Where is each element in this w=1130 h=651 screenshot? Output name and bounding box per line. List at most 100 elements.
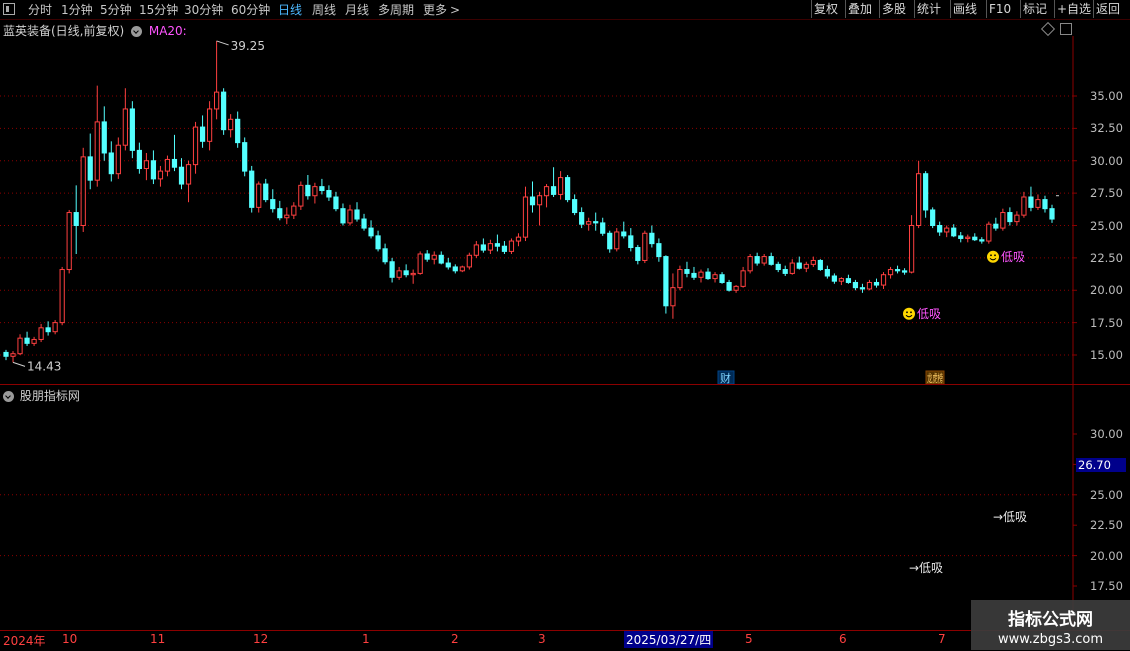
- candle: [838, 277, 845, 286]
- candle-body: [614, 231, 620, 250]
- diamond-icon[interactable]: [1040, 21, 1056, 37]
- candle-body: [600, 222, 606, 234]
- candle: [59, 266, 65, 326]
- candle: [607, 230, 613, 253]
- candle: [614, 228, 620, 252]
- tab-more[interactable]: 更多 >: [423, 1, 460, 18]
- candle-body: [719, 274, 725, 283]
- candle-body: [838, 278, 845, 282]
- tab-daily[interactable]: 日线: [278, 1, 302, 18]
- restore-rights-button[interactable]: 复权: [811, 0, 840, 18]
- tab-1min[interactable]: 1分钟: [61, 1, 93, 18]
- finance-event-label: 财: [720, 371, 731, 385]
- multi-stock-button[interactable]: 多股: [879, 0, 908, 18]
- add-favorite-button[interactable]: +自选: [1054, 0, 1093, 18]
- tab-5min[interactable]: 5分钟: [100, 1, 132, 18]
- candle-body: [656, 243, 662, 258]
- tab-timeshare[interactable]: 分时: [28, 1, 52, 18]
- candle: [565, 174, 571, 203]
- candle: [859, 283, 866, 293]
- tab-60min[interactable]: 60分钟: [231, 1, 270, 18]
- candle: [403, 264, 409, 278]
- candle: [712, 272, 718, 283]
- candle: [789, 259, 795, 275]
- back-button[interactable]: 返回: [1093, 0, 1122, 18]
- candle-body: [642, 232, 648, 261]
- candle: [17, 334, 23, 355]
- candle: [242, 137, 248, 177]
- indicator-tick-label: 22.50: [1090, 518, 1123, 533]
- candle: [543, 184, 550, 208]
- candle: [698, 269, 704, 283]
- period-toolbar: 分时 1分钟 5分钟 15分钟 30分钟 60分钟 日线 周线 月线 多周期 更…: [0, 0, 1130, 20]
- candle: [642, 230, 648, 264]
- candle: [1035, 194, 1041, 210]
- candle-body: [185, 164, 192, 185]
- watermark: 指标公式网 www.zbgs3.com: [971, 600, 1130, 650]
- candle-body: [684, 269, 690, 274]
- candle-body: [487, 243, 493, 251]
- candle: [536, 191, 543, 226]
- draw-line-button[interactable]: 画线: [950, 0, 979, 18]
- candle-body: [649, 232, 655, 245]
- candle-body: [312, 186, 318, 197]
- panel-toggle-icon[interactable]: [1060, 23, 1072, 35]
- candle-body: [965, 236, 971, 239]
- candle-body: [859, 287, 866, 290]
- candle: [1007, 207, 1013, 226]
- candle-body: [382, 248, 388, 263]
- candle: [557, 171, 564, 200]
- candle-body: [726, 281, 732, 291]
- candle: [73, 185, 79, 254]
- date-label: 10: [62, 632, 78, 646]
- f10-button[interactable]: F10: [986, 0, 1013, 18]
- candlestick-chart: 39.2514.43低吸低吸财龙虎榜: [0, 36, 1077, 385]
- candle-body: [389, 261, 395, 278]
- candle: [733, 285, 739, 293]
- candle: [579, 207, 585, 229]
- tab-30min[interactable]: 30分钟: [184, 1, 223, 18]
- candle-body: [59, 269, 65, 324]
- candle: [52, 320, 58, 335]
- candle-body: [866, 281, 873, 290]
- window-icon[interactable]: [3, 3, 15, 15]
- candle-body: [1028, 196, 1034, 208]
- candle: [466, 252, 472, 270]
- candle-body: [663, 256, 669, 307]
- candle-body: [431, 254, 437, 260]
- candle-body: [880, 274, 887, 286]
- candle: [438, 251, 444, 265]
- candle: [347, 204, 353, 226]
- price-tick-label: 17.50: [1090, 315, 1123, 330]
- candle-body: [10, 353, 16, 357]
- price-axis: 35.00 32.50 30.00 27.50 25.00 22.50 20.00 17.50…: [1075, 36, 1130, 385]
- low-price-label: 14.43: [27, 359, 61, 373]
- candle: [522, 186, 529, 242]
- candle: [691, 266, 697, 280]
- candle-body: [916, 173, 922, 226]
- candle-body: [628, 235, 634, 249]
- candle-body: [164, 158, 171, 172]
- candle: [473, 241, 479, 258]
- overlay-button[interactable]: 叠加: [845, 0, 874, 18]
- mark-button[interactable]: 标记: [1020, 0, 1049, 18]
- candle: [136, 142, 142, 174]
- candle-body: [368, 227, 374, 237]
- candle: [228, 114, 234, 138]
- tab-monthly[interactable]: 月线: [345, 1, 369, 18]
- candle-body: [621, 231, 627, 237]
- smiley-icon: [903, 307, 915, 320]
- candle-body: [445, 262, 451, 268]
- candle-body: [333, 196, 339, 210]
- tab-weekly[interactable]: 周线: [312, 1, 336, 18]
- candle: [185, 160, 192, 203]
- candle-body: [817, 259, 823, 271]
- sub-signal-label: →低吸: [909, 561, 944, 575]
- candle-body: [1014, 214, 1020, 223]
- tab-multi-period[interactable]: 多周期: [378, 1, 414, 18]
- indicator-tick-label: 20.00: [1090, 548, 1123, 563]
- statistics-button[interactable]: 统计: [914, 0, 943, 18]
- candle-body: [901, 270, 908, 273]
- candle-body: [993, 223, 999, 229]
- tab-15min[interactable]: 15分钟: [139, 1, 178, 18]
